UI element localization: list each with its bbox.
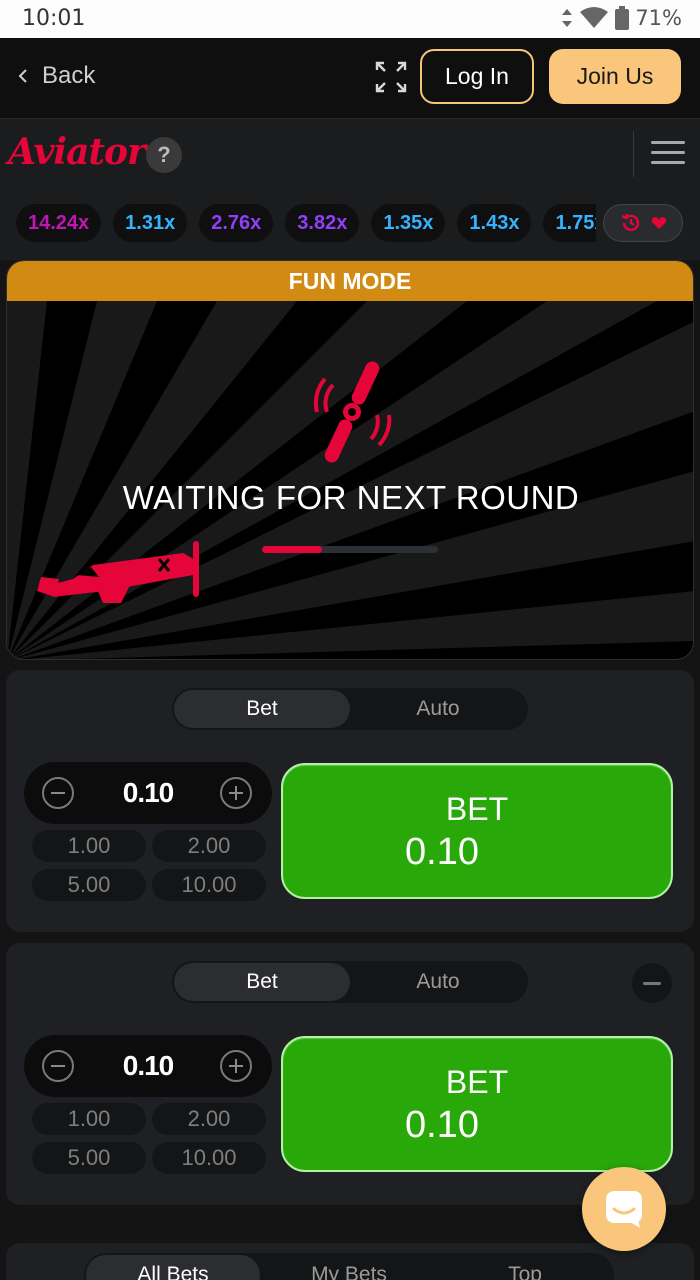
tab-bet[interactable]: Bet bbox=[174, 690, 350, 728]
bets-list-tabs: All Bets My Bets Top bbox=[84, 1253, 614, 1280]
multiplier-badge: 2.76x bbox=[199, 204, 274, 242]
bet-button-label: BET bbox=[445, 791, 509, 827]
fun-mode-banner: FUN MODE bbox=[7, 261, 693, 301]
bet-amount-input[interactable]: 0.10 bbox=[84, 1035, 212, 1097]
bet-button-amount: 0.10 bbox=[405, 831, 479, 873]
quick-amount-button[interactable]: 10.00 bbox=[152, 869, 266, 901]
top-nav: Back Log In Join Us bbox=[0, 38, 700, 188]
plus-icon[interactable] bbox=[220, 1050, 252, 1082]
tab-all-bets[interactable]: All Bets bbox=[86, 1255, 260, 1280]
bet-amount-input[interactable]: 0.10 bbox=[84, 762, 212, 824]
multiplier-badge: 1.35x bbox=[371, 204, 446, 242]
login-button[interactable]: Log In bbox=[420, 49, 534, 104]
status-icons: 71% bbox=[561, 6, 682, 30]
bet-panel-2: Bet Auto 0.10 1.00 2.00 5.00 10.00 BET 0… bbox=[6, 943, 694, 1205]
chat-icon bbox=[606, 1191, 642, 1228]
aviator-logo: Aviator bbox=[8, 131, 146, 173]
bets-list-panel: All Bets My Bets Top bbox=[6, 1243, 694, 1280]
fullscreen-icon[interactable] bbox=[374, 60, 408, 94]
heart-icon bbox=[651, 217, 667, 229]
minus-icon bbox=[643, 981, 661, 985]
remove-panel-button[interactable] bbox=[632, 963, 672, 1003]
back-label: Back bbox=[42, 62, 96, 89]
quick-amount-button[interactable]: 5.00 bbox=[32, 1142, 146, 1174]
minus-icon[interactable] bbox=[42, 777, 74, 809]
bet-amount-stepper: 0.10 bbox=[24, 762, 272, 824]
propeller-icon bbox=[313, 361, 392, 463]
game-header: Aviator ? bbox=[0, 118, 700, 186]
minus-icon[interactable] bbox=[42, 1050, 74, 1082]
chat-button[interactable] bbox=[582, 1167, 666, 1251]
status-time: 10:01 bbox=[22, 6, 86, 31]
tab-auto[interactable]: Auto bbox=[350, 690, 526, 728]
menu-icon[interactable] bbox=[651, 141, 685, 167]
bet-mode-tabs: Bet Auto bbox=[172, 688, 528, 730]
bet-panel-1: Bet Auto 0.10 1.00 2.00 5.00 10.00 BET 0… bbox=[6, 670, 694, 932]
join-button[interactable]: Join Us bbox=[549, 49, 681, 104]
multiplier-history-strip: 14.24x 1.31x 2.76x 3.82x 1.35x 1.43x 1.7… bbox=[0, 186, 700, 260]
quick-amount-button[interactable]: 2.00 bbox=[152, 830, 266, 862]
chevron-left-icon bbox=[18, 69, 27, 83]
status-bar: 10:01 71% bbox=[0, 0, 700, 38]
help-icon[interactable]: ? bbox=[146, 137, 182, 173]
tab-my-bets[interactable]: My Bets bbox=[262, 1255, 436, 1280]
multiplier-badge: 14.24x bbox=[16, 204, 102, 242]
back-button[interactable]: Back bbox=[18, 62, 95, 90]
bet-mode-tabs: Bet Auto bbox=[172, 961, 528, 1003]
header-divider bbox=[633, 131, 634, 177]
multiplier-badge: 3.82x bbox=[285, 204, 360, 242]
history-icon bbox=[621, 213, 640, 232]
quick-amount-button[interactable]: 2.00 bbox=[152, 1103, 266, 1135]
bet-amount-stepper: 0.10 bbox=[24, 1035, 272, 1097]
bet-button-amount: 0.10 bbox=[405, 1104, 479, 1146]
tab-top[interactable]: Top bbox=[438, 1255, 612, 1280]
quick-amount-button[interactable]: 1.00 bbox=[32, 1103, 146, 1135]
multiplier-badge: 1.43x bbox=[457, 204, 532, 242]
multiplier-badge: 1.75x bbox=[543, 204, 596, 242]
signal-arrows-icon bbox=[562, 9, 573, 27]
plane-icon bbox=[37, 541, 199, 603]
wifi-icon bbox=[580, 7, 609, 28]
battery-percent: 71% bbox=[635, 6, 682, 30]
quick-amount-button[interactable]: 5.00 bbox=[32, 869, 146, 901]
round-progress-fill bbox=[262, 546, 322, 553]
app-root: { "status_bar": { "time": "10:01", "batt… bbox=[0, 0, 700, 1280]
tab-auto[interactable]: Auto bbox=[350, 963, 526, 1001]
quick-amount-button[interactable]: 10.00 bbox=[152, 1142, 266, 1174]
bet-button[interactable]: BET 0.10 bbox=[281, 1036, 673, 1172]
multiplier-badge: 1.31x bbox=[113, 204, 188, 242]
quick-amount-button[interactable]: 1.00 bbox=[32, 830, 146, 862]
game-canvas: FUN MODE WAITING FOR NEXT ROUND bbox=[6, 260, 694, 660]
waiting-message: WAITING FOR NEXT ROUND bbox=[122, 479, 580, 516]
plus-icon[interactable] bbox=[220, 777, 252, 809]
history-button[interactable] bbox=[603, 204, 683, 242]
battery-icon bbox=[615, 6, 630, 30]
bet-button-label: BET bbox=[445, 1064, 509, 1100]
round-progress-bar bbox=[262, 546, 438, 553]
tab-bet[interactable]: Bet bbox=[174, 963, 350, 1001]
bet-button[interactable]: BET 0.10 bbox=[281, 763, 673, 899]
multiplier-list: 14.24x 1.31x 2.76x 3.82x 1.35x 1.43x 1.7… bbox=[16, 204, 596, 242]
